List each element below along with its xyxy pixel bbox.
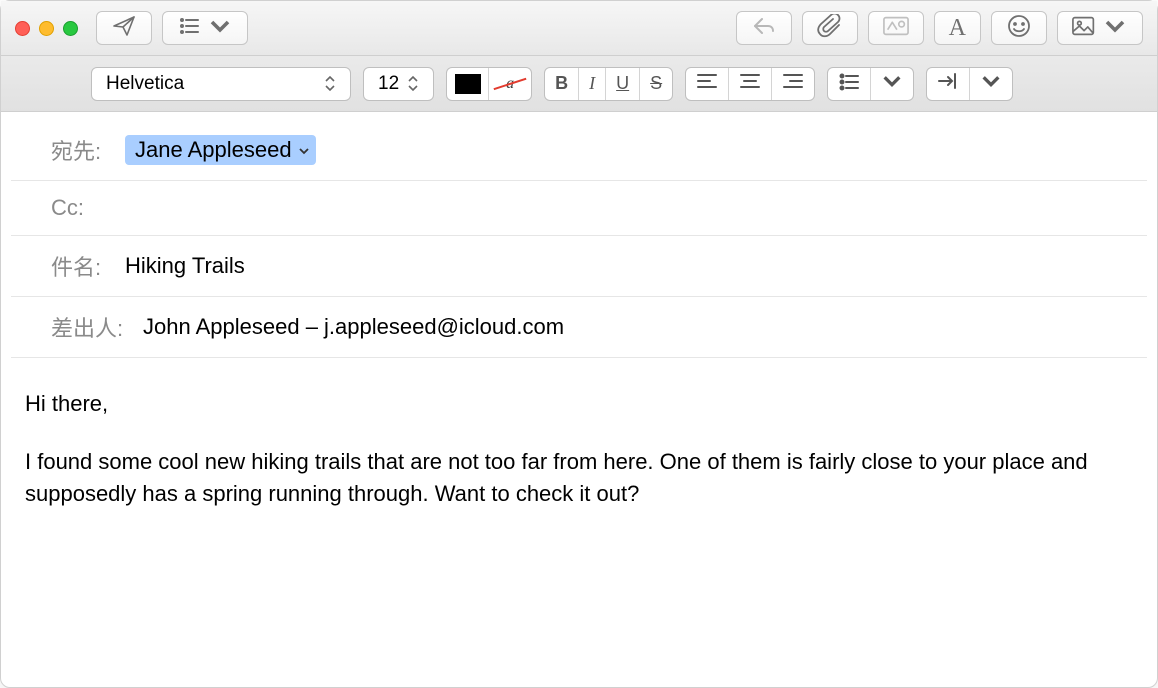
font-size-label: 12 <box>378 73 399 95</box>
photo-browser-button[interactable] <box>1057 11 1143 45</box>
cc-label: Cc: <box>51 195 111 221</box>
from-row[interactable]: 差出人: John Appleseed – j.appleseed@icloud… <box>11 297 1147 358</box>
compose-area: 宛先: Jane Appleseed Cc: 件名: Hiking Trails… <box>1 112 1157 566</box>
chevron-down-icon <box>980 70 1002 97</box>
align-right-button[interactable] <box>772 68 814 100</box>
subject-row[interactable]: 件名: Hiking Trails <box>11 236 1147 297</box>
chevron-down-icon <box>1102 14 1128 43</box>
list-icon <box>177 14 203 43</box>
color-group: a <box>446 67 532 101</box>
bg-color-button[interactable]: a <box>489 68 531 100</box>
format-button[interactable]: A <box>934 11 981 45</box>
align-right-icon <box>782 70 804 97</box>
minimize-window-button[interactable] <box>39 21 54 36</box>
send-button[interactable] <box>96 11 152 45</box>
indent-icon <box>937 70 959 97</box>
font-family-select[interactable]: Helvetica <box>91 67 351 101</box>
window-titlebar: A <box>1 1 1157 56</box>
paperclip-icon <box>817 14 843 43</box>
recipient-token[interactable]: Jane Appleseed <box>125 135 316 165</box>
from-label: 差出人: <box>51 311 129 343</box>
header-fields-button[interactable] <box>162 11 248 45</box>
subject-label: 件名: <box>51 250 111 282</box>
style-group: B I U S <box>544 67 673 101</box>
attach-button[interactable] <box>802 11 858 45</box>
align-group <box>685 67 815 101</box>
message-greeting: Hi there, <box>25 388 1133 420</box>
underline-button[interactable]: U <box>606 68 640 100</box>
black-swatch-icon <box>455 74 481 94</box>
reply-arrow-icon <box>751 14 777 43</box>
emoji-icon <box>1006 14 1032 43</box>
to-label: 宛先: <box>51 134 111 166</box>
paper-plane-icon <box>111 14 137 43</box>
font-size-stepper-icon <box>407 75 425 92</box>
align-left-icon <box>696 70 718 97</box>
list-style-button[interactable] <box>828 68 871 100</box>
subject-value: Hiking Trails <box>125 253 245 279</box>
format-a-icon: A <box>949 16 966 40</box>
window-controls <box>15 21 78 36</box>
chevron-down-icon <box>207 14 233 43</box>
no-fill-icon: a <box>496 73 524 95</box>
chevron-down-icon <box>881 70 903 97</box>
bullet-list-icon <box>838 70 860 97</box>
list-style-menu[interactable] <box>871 68 913 100</box>
cc-row[interactable]: Cc: <box>11 181 1147 236</box>
align-center-icon <box>739 70 761 97</box>
message-body[interactable]: Hi there, I found some cool new hiking t… <box>1 358 1157 566</box>
from-value: John Appleseed – j.appleseed@icloud.com <box>143 314 564 340</box>
indent-menu[interactable] <box>970 68 1012 100</box>
italic-button[interactable]: I <box>579 68 606 100</box>
chevron-down-icon <box>298 137 310 163</box>
indent-button[interactable] <box>927 68 970 100</box>
message-paragraph: I found some cool new hiking trails that… <box>25 446 1133 510</box>
recipient-name: Jane Appleseed <box>135 137 292 163</box>
reply-button[interactable] <box>736 11 792 45</box>
list-group <box>827 67 914 101</box>
photo-icon <box>1072 14 1098 43</box>
text-color-button[interactable] <box>447 68 489 100</box>
close-window-button[interactable] <box>15 21 30 36</box>
bold-button[interactable]: B <box>545 68 579 100</box>
font-size-select[interactable]: 12 <box>363 67 434 101</box>
format-toolbar: Helvetica 12 a B I U S <box>1 56 1157 112</box>
strike-button[interactable]: S <box>640 68 672 100</box>
align-center-button[interactable] <box>729 68 772 100</box>
markup-button[interactable] <box>868 11 924 45</box>
zoom-window-button[interactable] <box>63 21 78 36</box>
font-family-label: Helvetica <box>106 73 184 95</box>
font-family-stepper-icon <box>324 75 342 92</box>
to-row[interactable]: 宛先: Jane Appleseed <box>11 112 1147 181</box>
markup-icon <box>883 14 909 43</box>
align-left-button[interactable] <box>686 68 729 100</box>
indent-group <box>926 67 1013 101</box>
emoji-button[interactable] <box>991 11 1047 45</box>
